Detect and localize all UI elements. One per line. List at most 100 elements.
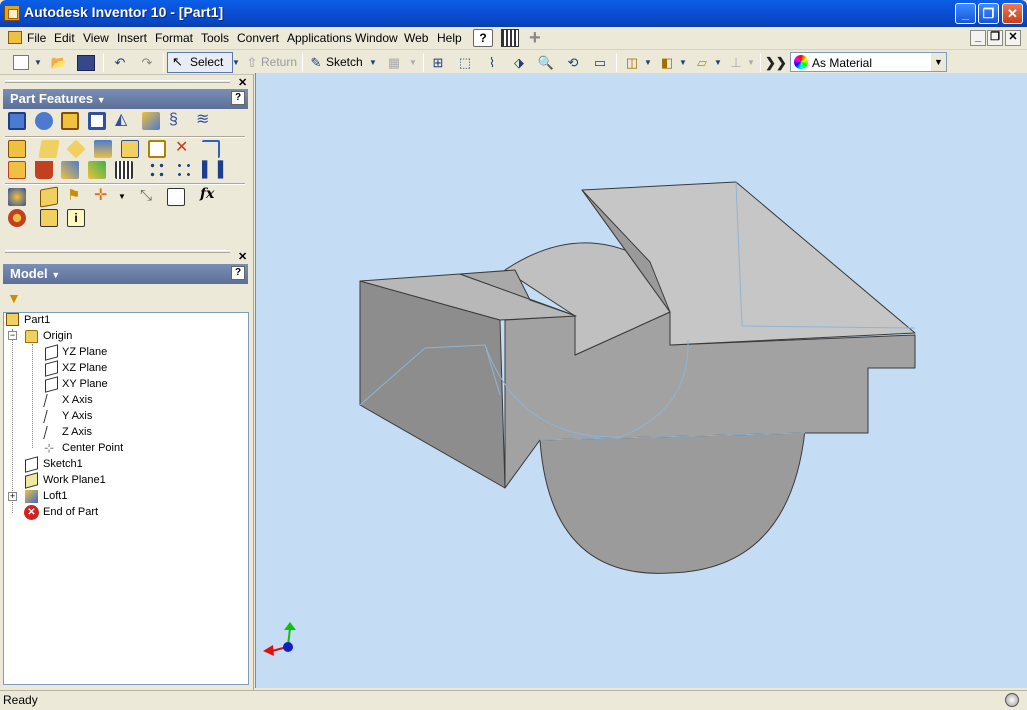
- copy-object-icon[interactable]: [35, 161, 53, 179]
- camera-mode-icon[interactable]: ◧: [657, 53, 677, 72]
- circular-pattern-icon[interactable]: [175, 161, 193, 179]
- revolve-icon[interactable]: [35, 112, 53, 130]
- tree-item-center-point[interactable]: Center Point: [62, 442, 123, 454]
- tree-item-origin[interactable]: Origin: [43, 330, 72, 342]
- work-plane-icon[interactable]: [40, 186, 58, 208]
- update-icon[interactable]: ▦: [385, 53, 403, 72]
- select-dropdown-icon[interactable]: ▼: [231, 53, 241, 72]
- tree-item-y-axis[interactable]: Y Axis: [62, 410, 92, 422]
- minimize-button[interactable]: _: [955, 3, 976, 24]
- menu-format[interactable]: Format: [155, 31, 193, 45]
- part-features-header[interactable]: Part Features ▼: [3, 89, 248, 109]
- sketch-dropdown-icon[interactable]: ▼: [368, 53, 378, 72]
- rotate-icon[interactable]: ⟲: [563, 53, 583, 72]
- zoom-all-icon[interactable]: ⊞: [428, 53, 448, 72]
- doc-restore-button[interactable]: ❐: [987, 30, 1003, 46]
- menu-web[interactable]: Web: [404, 31, 428, 45]
- sweep-icon[interactable]: §: [169, 112, 187, 130]
- parameters-fx-icon[interactable]: fx: [200, 186, 218, 204]
- panel-help-icon[interactable]: ?: [231, 91, 245, 105]
- new-dropdown-icon[interactable]: ▼: [33, 53, 43, 72]
- calculator-icon[interactable]: [501, 29, 519, 47]
- tree-item-loft1[interactable]: Loft1: [43, 490, 67, 502]
- doc-minimize-button[interactable]: _: [970, 30, 986, 46]
- close-button[interactable]: ✕: [1002, 3, 1023, 24]
- zoom-selected-icon[interactable]: 🔍: [536, 53, 556, 72]
- look-at-icon[interactable]: ▭: [590, 53, 610, 72]
- rectangular-pattern-icon[interactable]: [148, 161, 166, 179]
- return-button[interactable]: Return: [261, 55, 297, 69]
- ground-shadow-icon[interactable]: ▱: [692, 53, 712, 72]
- parameters-icon[interactable]: ❯❯: [765, 53, 787, 72]
- promote-icon[interactable]: ⤡: [140, 188, 158, 206]
- analysis-dropdown-icon[interactable]: ▼: [746, 53, 756, 72]
- menu-insert[interactable]: Insert: [117, 31, 147, 45]
- panel-close-icon[interactable]: ✕: [238, 76, 247, 89]
- menu-window[interactable]: Window: [355, 31, 398, 45]
- redo-icon[interactable]: ↷: [137, 53, 157, 72]
- panel-grip[interactable]: [5, 80, 230, 83]
- insert-element-icon[interactable]: [40, 209, 58, 227]
- part-model[interactable]: [255, 73, 1027, 688]
- material-dropdown-arrow-icon[interactable]: ▼: [931, 53, 946, 71]
- tree-item-xz-plane[interactable]: XZ Plane: [62, 362, 107, 374]
- browser-help-icon[interactable]: ?: [231, 266, 245, 280]
- work-axis-icon[interactable]: ⚑: [67, 188, 85, 206]
- knit-icon[interactable]: [115, 161, 133, 179]
- browser-grip[interactable]: [5, 250, 230, 253]
- pan-icon[interactable]: ⬗: [509, 53, 529, 72]
- zoom-window-icon[interactable]: ⬚: [455, 53, 475, 72]
- restore-button[interactable]: ❐: [978, 3, 999, 24]
- rib-icon[interactable]: ◭: [115, 112, 133, 130]
- work-point-icon[interactable]: ✛: [94, 188, 112, 206]
- emboss-icon[interactable]: [148, 140, 166, 158]
- menu-convert[interactable]: Convert: [237, 31, 279, 45]
- menu-tools[interactable]: Tools: [201, 31, 229, 45]
- split-icon[interactable]: [121, 140, 139, 158]
- new-icon[interactable]: [13, 55, 29, 70]
- collapse-icon[interactable]: −: [8, 331, 17, 340]
- replace-face-icon[interactable]: [88, 161, 106, 179]
- sketch-button[interactable]: Sketch: [326, 55, 363, 69]
- expand-icon[interactable]: +: [8, 492, 17, 501]
- menu-view[interactable]: View: [83, 31, 109, 45]
- display-mode-dropdown-icon[interactable]: ▼: [643, 53, 653, 72]
- tree-item-end-of-part[interactable]: End of Part: [43, 506, 98, 518]
- tree-item-yz-plane[interactable]: YZ Plane: [62, 346, 107, 358]
- design-element-icon[interactable]: [167, 188, 185, 206]
- analysis-icon[interactable]: ⊥: [727, 53, 745, 72]
- info-icon[interactable]: i: [67, 209, 85, 227]
- bend-part-icon[interactable]: [8, 161, 26, 179]
- hole-icon[interactable]: [61, 112, 79, 130]
- fillet-icon[interactable]: [38, 140, 60, 158]
- help-topics-icon[interactable]: ?: [473, 29, 493, 47]
- display-mode-icon[interactable]: ◫: [622, 53, 642, 72]
- inventor-app-icon[interactable]: [4, 5, 20, 21]
- mirror-icon[interactable]: ▌▐: [202, 161, 223, 179]
- stop-icon[interactable]: [8, 209, 26, 227]
- browser-close-icon[interactable]: ✕: [238, 250, 247, 263]
- zoom-icon[interactable]: ⌇: [482, 53, 502, 72]
- tree-item-z-axis[interactable]: Z Axis: [62, 426, 92, 438]
- work-point-dropdown-icon[interactable]: ▼: [118, 192, 126, 201]
- update-dropdown-icon[interactable]: ▼: [408, 53, 418, 72]
- undo-icon[interactable]: ↶: [110, 53, 130, 72]
- tree-item-work-plane1[interactable]: Work Plane1: [43, 474, 106, 486]
- move-face-icon[interactable]: [61, 161, 79, 179]
- face-draft-icon[interactable]: [94, 140, 112, 158]
- shell-icon[interactable]: [88, 112, 106, 130]
- thread-icon[interactable]: [8, 140, 26, 158]
- tree-item-x-axis[interactable]: X Axis: [62, 394, 93, 406]
- menu-applications[interactable]: Applications: [287, 31, 352, 45]
- tree-item-sketch1[interactable]: Sketch1: [43, 458, 83, 470]
- document-icon[interactable]: [8, 31, 22, 44]
- filter-icon[interactable]: ▼: [7, 290, 21, 306]
- delete-face-icon[interactable]: ✕: [175, 140, 193, 158]
- save-icon[interactable]: [77, 55, 95, 71]
- open-icon[interactable]: 📂: [49, 53, 69, 72]
- menu-help[interactable]: Help: [437, 31, 462, 45]
- doc-close-button[interactable]: ✕: [1005, 30, 1021, 46]
- loft-icon[interactable]: [142, 112, 160, 130]
- tree-item-xy-plane[interactable]: XY Plane: [62, 378, 108, 390]
- menu-edit[interactable]: Edit: [54, 31, 75, 45]
